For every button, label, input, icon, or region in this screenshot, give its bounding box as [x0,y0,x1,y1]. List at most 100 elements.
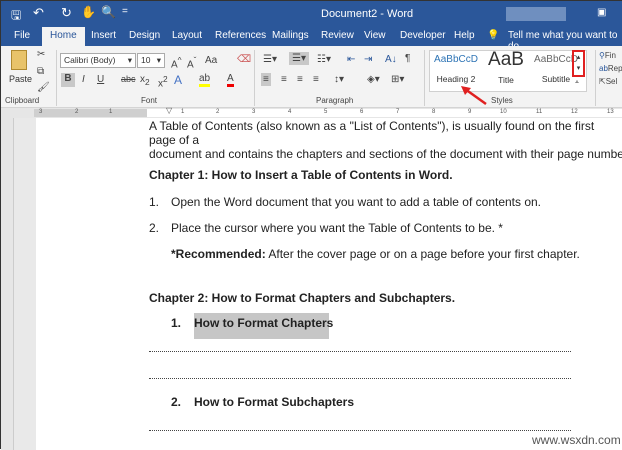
align-center-icon[interactable]: ≡ [281,74,287,85]
ruler-tick: 1 [181,109,185,115]
align-left-icon[interactable]: ≡ [261,73,271,86]
subchapter-1-text[interactable]: How to Format Chapters [194,316,333,330]
sort-icon[interactable]: A↓ [385,54,397,65]
clipboard-group-label: Clipboard [5,96,40,105]
styles-scroll-buttons[interactable]: ▴ ▾ [572,50,585,77]
copy-icon[interactable]: ⧉ [37,66,44,77]
tab-references[interactable]: References [215,30,266,41]
scroll-up-icon[interactable]: ▴ [574,52,583,63]
bold-button[interactable]: B [61,73,75,87]
horizontal-ruler[interactable]: 3 2 1 1 2 3 4 5 6 7 8 9 10 11 12 13 ▽ [1,106,622,118]
recommendation-label: *Recommended: [171,247,266,261]
increase-indent-icon[interactable]: ⇥ [364,54,372,65]
select-button[interactable]: ⇱Sel [599,77,617,86]
customize-qat-icon[interactable]: = [122,6,128,17]
touch-mode-icon[interactable]: ✋ [81,5,96,19]
ruler-tick: 1 [109,109,113,115]
font-group-label: Font [141,96,158,105]
ruler-tick: 4 [288,109,292,115]
replace-button[interactable]: abRep [599,64,622,73]
save-icon[interactable]: 🖫 [11,6,21,27]
decrease-indent-icon[interactable]: ⇤ [347,54,355,65]
style-title[interactable]: AaB Title [482,49,530,85]
styles-more-icon[interactable]: ⩡ [575,79,579,87]
style-preview: AaB [488,49,524,70]
paste-icon[interactable] [11,50,27,70]
font-size-dropdown[interactable]: 10 ▾ [137,53,165,68]
intro-line-2: document and contains the chapters and s… [149,147,622,161]
red-arrow-annotation [461,86,487,106]
print-preview-icon[interactable]: 🔍 [101,5,116,19]
indent-marker-icon[interactable]: ▽ [166,106,172,115]
dotted-line [149,351,571,352]
style-name: Heading 2 [436,74,476,84]
ruler-tick: 7 [396,109,400,115]
clear-formatting-icon[interactable]: ⌫ [237,54,251,65]
ruler-tick: 13 [607,109,614,115]
tab-review[interactable]: Review [321,30,354,41]
font-name-dropdown[interactable]: Calibri (Body) ▾ [60,53,136,68]
font-color-icon[interactable]: A [227,73,234,87]
shrink-font-icon[interactable]: Aˇ [187,55,196,70]
list-number: 2. [171,395,182,409]
paste-button[interactable]: Paste [9,74,32,84]
superscript-button[interactable]: x2 [158,74,168,89]
underline-button[interactable]: U [97,74,104,85]
align-right-icon[interactable]: ≡ [297,74,303,85]
ribbon: Paste ✂ ⧉ 🖌 Clipboard Calibri (Body) ▾ 10… [1,46,622,108]
numbering-icon[interactable]: ☰▾ [289,52,309,65]
document-page[interactable]: A Table of Contents (also known as a "Li… [36,118,622,450]
ruler-tick: 5 [324,109,328,115]
tab-help[interactable]: Help [454,30,475,41]
style-heading-2[interactable]: AaBbCcD Heading 2 [432,54,480,84]
intro-line-1: A Table of Contents (also known as a "Li… [149,119,595,147]
redo-icon[interactable]: ↻ [61,5,72,21]
find-button[interactable]: ⚲Fin [599,51,616,60]
change-case-button[interactable]: Aa [205,55,217,66]
highlight-icon[interactable]: ab [199,73,211,87]
style-preview: AaBbCcD [434,54,478,65]
strikethrough-button[interactable]: abc [121,74,136,84]
multilevel-list-icon[interactable]: ☷▾ [317,54,331,65]
scroll-down-icon[interactable]: ▾ [574,63,583,74]
shading-icon[interactable]: ◈▾ [367,74,380,85]
ribbon-display-icon[interactable]: ▣ [597,7,606,18]
lightbulb-icon: 💡 [487,30,500,41]
justify-icon[interactable]: ≡ [313,74,319,85]
dotted-line [149,430,571,431]
ruler-tick: 3 [39,109,43,115]
tab-design[interactable]: Design [129,30,160,41]
tab-view[interactable]: View [364,30,386,41]
ruler-tick: 12 [571,109,578,115]
font-name-value: Calibri (Body) [64,55,116,65]
line-spacing-icon[interactable]: ↕▾ [334,74,344,85]
tab-mailings[interactable]: Mailings [272,30,309,41]
borders-icon[interactable]: ⊞▾ [391,74,404,85]
step-2-text: Place the cursor where you want the Tabl… [171,221,503,235]
account-avatar[interactable] [506,7,566,21]
text-effects-icon[interactable]: A [174,73,182,87]
undo-icon[interactable]: ↶ [33,5,44,21]
show-formatting-icon[interactable]: ¶ [405,53,410,64]
list-number: 2. [149,221,160,235]
vertical-ruler[interactable] [1,118,14,450]
ruler-tick: 8 [432,109,436,115]
tab-file[interactable]: File [14,30,30,41]
paragraph-group-label: Paragraph [316,96,354,105]
chapter-1-heading: Chapter 1: How to Insert a Table of Cont… [149,168,453,182]
grow-font-icon[interactable]: A^ [171,55,182,70]
window-title: Document2 - Word [321,8,414,20]
tab-home[interactable]: Home [42,27,85,46]
style-name: Title [498,75,514,85]
step-1-text: Open the Word document that you want to … [171,195,542,209]
italic-button[interactable]: I [82,74,85,85]
tab-insert[interactable]: Insert [91,30,116,41]
format-painter-icon[interactable]: 🖌 [37,82,50,93]
ruler-tick: 2 [216,109,220,115]
tab-layout[interactable]: Layout [172,30,202,41]
subscript-button[interactable]: x2 [140,74,150,87]
bullets-icon[interactable]: ☰▾ [263,54,277,65]
ruler-tick: 2 [75,109,79,115]
cut-icon[interactable]: ✂ [37,49,45,60]
tab-developer[interactable]: Developer [400,30,446,41]
